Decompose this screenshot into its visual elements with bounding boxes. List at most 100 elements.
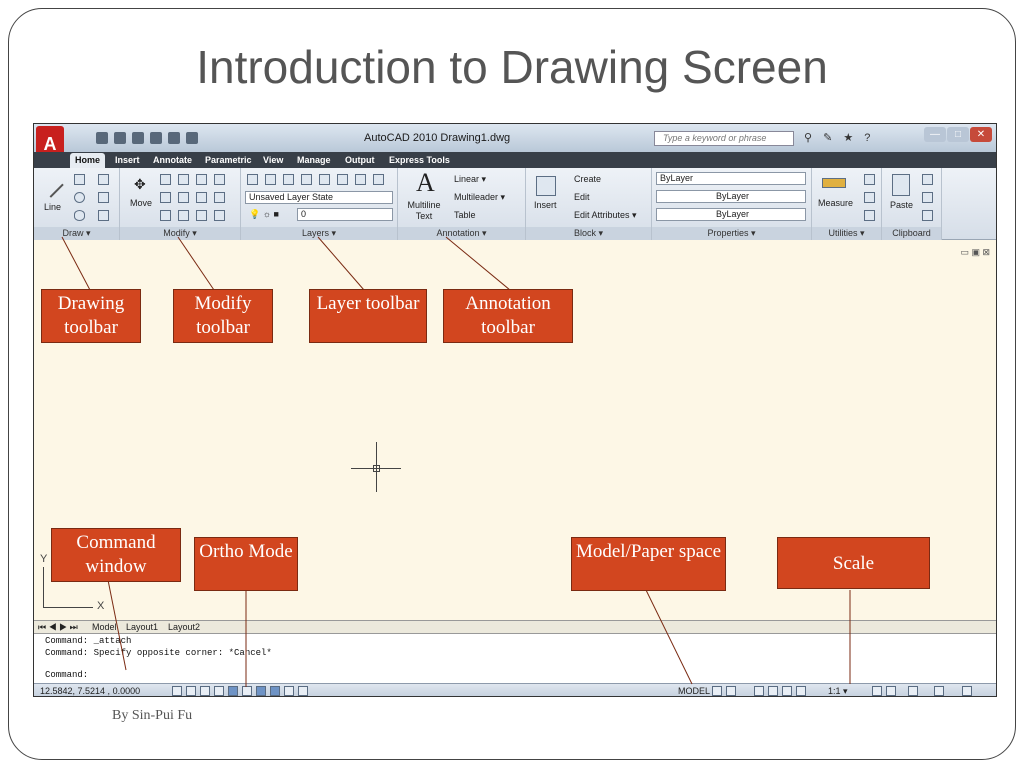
object-snap-toggle[interactable] <box>228 686 238 696</box>
save-icon[interactable] <box>132 132 144 144</box>
tab-manage[interactable]: Manage <box>292 153 336 168</box>
mirror-icon[interactable] <box>196 192 207 203</box>
lineweight-select[interactable]: ByLayer <box>656 208 806 221</box>
tab-insert[interactable]: Insert <box>110 153 145 168</box>
utilities-panel-label[interactable]: Utilities ▾ <box>812 227 881 240</box>
workspace-icon[interactable] <box>908 686 918 696</box>
measure-button[interactable]: Measure <box>818 198 853 208</box>
redo-icon[interactable] <box>168 132 180 144</box>
otrack-toggle[interactable] <box>242 686 252 696</box>
multileader-button[interactable]: Multileader ▾ <box>454 192 505 203</box>
erase-icon[interactable] <box>160 210 171 221</box>
tab-express-tools[interactable]: Express Tools <box>384 153 455 168</box>
linear-dimension-button[interactable]: Linear ▾ <box>454 174 486 185</box>
tab-annotate[interactable]: Annotate <box>148 153 197 168</box>
layout-icon[interactable] <box>726 686 736 696</box>
infocenter-icons[interactable]: ⚲ ✎ ★ ? <box>804 131 874 144</box>
modify-panel-label[interactable]: Modify ▾ <box>120 227 240 240</box>
edit-attributes-button[interactable]: Edit Attributes ▾ <box>574 210 637 221</box>
annotation-visibility-icon[interactable] <box>872 686 882 696</box>
copy-clip-icon[interactable] <box>922 192 933 203</box>
tab-view[interactable]: View <box>258 153 288 168</box>
paste-icon[interactable] <box>892 174 910 196</box>
zoom-icon[interactable] <box>768 686 778 696</box>
multiline-text-button[interactable]: Multiline Text <box>406 200 442 222</box>
dynamic-input-toggle[interactable] <box>270 686 280 696</box>
tab-layout2[interactable]: Layout2 <box>168 622 200 632</box>
lock-icon[interactable] <box>934 686 944 696</box>
layout-nav-arrows[interactable]: ⏮ ◀ ▶ ⏭ <box>38 622 78 633</box>
maximize-button[interactable]: □ <box>947 127 969 142</box>
draw-panel-label[interactable]: Draw ▾ <box>34 227 119 240</box>
color-select[interactable]: ByLayer <box>656 172 806 185</box>
move-button[interactable]: Move <box>130 198 152 208</box>
layer-icon[interactable] <box>319 174 330 185</box>
command-prompt[interactable]: Command: <box>45 670 88 680</box>
ellipse-icon[interactable] <box>74 210 85 221</box>
layer-state-select[interactable]: Unsaved Layer State <box>245 191 393 204</box>
new-icon[interactable] <box>96 132 108 144</box>
calculator-icon[interactable] <box>864 210 875 221</box>
pan-icon[interactable] <box>754 686 764 696</box>
copy-icon[interactable] <box>160 174 171 185</box>
polyline-icon[interactable] <box>74 174 85 185</box>
layer-select[interactable]: 0 <box>297 208 393 221</box>
annotation-scale[interactable]: 1:1 ▾ <box>828 686 848 696</box>
insert-block-icon[interactable] <box>536 176 556 196</box>
scale-icon[interactable] <box>178 192 189 203</box>
trim-icon[interactable] <box>196 174 207 185</box>
move-icon[interactable]: ✥ <box>134 176 146 193</box>
explode-icon[interactable] <box>178 210 189 221</box>
hatch-icon[interactable] <box>98 210 109 221</box>
create-block-button[interactable]: Create <box>574 174 601 184</box>
model-paper-space-toggle[interactable]: MODEL <box>678 686 710 696</box>
autoscale-icon[interactable] <box>886 686 896 696</box>
stretch-icon[interactable] <box>160 192 171 203</box>
snap-mode-toggle[interactable] <box>172 686 182 696</box>
layout-icon[interactable] <box>712 686 722 696</box>
properties-panel-label[interactable]: Properties ▾ <box>652 227 811 240</box>
minimize-button[interactable]: — <box>924 127 946 142</box>
clipboard-panel-label[interactable]: Clipboard <box>882 227 941 240</box>
line-icon[interactable] <box>38 172 64 198</box>
search-input[interactable]: Type a keyword or phrase <box>654 131 794 146</box>
linetype-select[interactable]: ByLayer <box>656 190 806 203</box>
layer-icon[interactable] <box>283 174 294 185</box>
open-icon[interactable] <box>114 132 126 144</box>
plot-icon[interactable] <box>186 132 198 144</box>
layer-icon[interactable] <box>355 174 366 185</box>
tab-model[interactable]: Model <box>92 622 117 632</box>
quick-properties-toggle[interactable] <box>298 686 308 696</box>
viewport-controls[interactable]: ▭ ▣ ⊠ <box>960 247 990 258</box>
extend-icon[interactable] <box>214 174 225 185</box>
close-button[interactable]: ✕ <box>970 127 992 142</box>
ortho-mode-toggle[interactable] <box>200 686 210 696</box>
tab-layout1[interactable]: Layout1 <box>126 622 158 632</box>
layer-icon[interactable] <box>337 174 348 185</box>
layer-icon[interactable] <box>301 174 312 185</box>
offset-icon[interactable] <box>214 210 225 221</box>
fillet-icon[interactable] <box>214 192 225 203</box>
clean-screen-icon[interactable] <box>962 686 972 696</box>
layer-status-icons[interactable]: 💡 ☼ ■ <box>249 209 279 220</box>
insert-button[interactable]: Insert <box>534 200 557 210</box>
circle-icon[interactable] <box>74 192 85 203</box>
layer-icon[interactable] <box>265 174 276 185</box>
undo-icon[interactable] <box>150 132 162 144</box>
arc-icon[interactable] <box>98 174 109 185</box>
layer-icon[interactable] <box>373 174 384 185</box>
annotation-panel-label[interactable]: Annotation ▾ <box>398 227 525 240</box>
match-properties-icon[interactable] <box>922 210 933 221</box>
tab-parametric[interactable]: Parametric <box>200 153 257 168</box>
measure-icon[interactable] <box>822 178 846 188</box>
layers-panel-label[interactable]: Layers ▾ <box>241 227 397 240</box>
grid-toggle[interactable] <box>186 686 196 696</box>
table-button[interactable]: Table <box>454 210 476 220</box>
line-button[interactable]: Line <box>44 202 61 212</box>
array-icon[interactable] <box>196 210 207 221</box>
layer-properties-icon[interactable] <box>247 174 258 185</box>
polar-tracking-toggle[interactable] <box>214 686 224 696</box>
rotate-icon[interactable] <box>178 174 189 185</box>
showmotion-icon[interactable] <box>796 686 806 696</box>
command-window[interactable]: Command: _attach Command: Specify opposi… <box>34 633 996 683</box>
